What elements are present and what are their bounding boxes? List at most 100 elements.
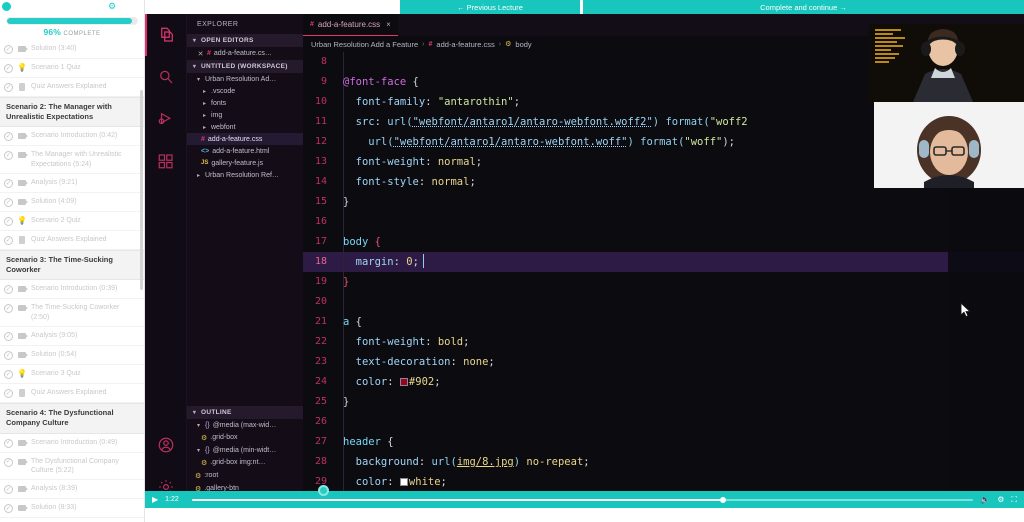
- code-line[interactable]: 27 header {: [303, 432, 1024, 452]
- list-item[interactable]: ✓ Analysis (9:05): [0, 327, 144, 347]
- open-editor-item[interactable]: ✕ # add-a-feature.cs…: [187, 47, 303, 60]
- color-swatch-icon: [399, 378, 408, 386]
- code-line-text: font-weight: bold;: [337, 332, 1024, 352]
- list-item[interactable]: ✓ Scenario Introduction (0:49): [0, 434, 144, 453]
- outline-item[interactable]: ▾ {} @media (min-widt…: [187, 444, 303, 456]
- code-line[interactable]: 25}: [303, 392, 1024, 412]
- code-line[interactable]: 18 margin: 0;: [303, 252, 1024, 272]
- list-item-label: Scenario Introduction (0:49): [31, 438, 118, 446]
- list-item[interactable]: ✓ Quiz Answers Explained: [0, 384, 144, 404]
- list-item[interactable]: ✓ 💡 Scenario 3 Quiz: [0, 365, 144, 385]
- list-item[interactable]: ✓ Quiz Answers Explained: [0, 231, 144, 251]
- explorer-title: EXPLORER: [197, 21, 239, 28]
- explorer-icon[interactable]: [145, 14, 187, 56]
- list-item[interactable]: ✓ Quiz Answers Explained: [0, 78, 144, 97]
- course-section-heading: Scenario 3: The Time-Sucking Coworker: [0, 250, 144, 281]
- settings-gear-icon[interactable]: ⚙: [108, 2, 116, 11]
- vscode-activity-bar: [145, 14, 187, 508]
- code-line[interactable]: 26: [303, 412, 1024, 432]
- video-player-controls[interactable]: ▶ 1:22 🔈 ⚙ ⛶: [145, 485, 1024, 508]
- file-tree-item[interactable]: <> add-a-feature.html: [187, 145, 303, 157]
- volume-icon[interactable]: 🔈: [980, 495, 990, 504]
- seek-handle[interactable]: [720, 496, 727, 503]
- file-tree-item[interactable]: ▸ .vscode: [187, 85, 303, 97]
- quiz-icon: 💡: [17, 216, 27, 226]
- list-item-label: Solution (8:33): [31, 504, 77, 512]
- list-item[interactable]: ✓ Analysis (8:39): [0, 480, 144, 500]
- complete-and-continue-button[interactable]: Complete and continue →: [583, 0, 1024, 14]
- list-item[interactable]: ✓ Solution (0:54): [0, 346, 144, 366]
- file-tree-item[interactable]: ▸ img: [187, 109, 303, 121]
- breadcrumb-item-file[interactable]: add-a-feature.css: [436, 40, 494, 49]
- list-item[interactable]: ✓ The Time-Sucking Coworker (2:50): [0, 299, 144, 328]
- list-item-label: Solution (0:54): [31, 351, 77, 359]
- workspace-section-header[interactable]: ▾ UNTITLED (WORKSPACE): [187, 60, 303, 73]
- workspace-root-folder[interactable]: ▾ Urban Resolution Ad…: [187, 73, 303, 85]
- list-item-label: The Dysfunctional Company Culture (5:22): [31, 457, 119, 474]
- file-tree-item[interactable]: ▸ webfont: [187, 121, 303, 133]
- file-tree-item-label: add-a-feature.css: [207, 135, 263, 143]
- code-line[interactable]: 15}: [303, 192, 1024, 212]
- list-item[interactable]: ✓ 💡 Scenario 1 Quiz: [0, 59, 144, 78]
- file-tree-item[interactable]: # add-a-feature.css: [187, 133, 303, 145]
- video-frame-vscode[interactable]: EXPLORER ▾ OPEN EDITORS ✕ # add-a-featur…: [145, 14, 1024, 508]
- code-line[interactable]: 22 font-weight: bold;: [303, 332, 1024, 352]
- progress-percent: 96%: [43, 27, 62, 37]
- list-item[interactable]: ✓ The Manager with Unrealistic Expectatio…: [0, 146, 144, 175]
- list-item[interactable]: ✓ The Dysfunctional Company Culture (5:22…: [0, 453, 144, 481]
- code-line[interactable]: 29 color: white;: [303, 472, 1024, 492]
- player-scrub-handle[interactable]: [318, 485, 329, 496]
- workspace-file-tree[interactable]: ▸ .vscode ▸ fonts ▸ img ▸ webfont # add-a-feature…: [187, 85, 303, 169]
- sidebar-scrollbar[interactable]: [140, 90, 143, 290]
- video-icon: [18, 132, 28, 140]
- workspace-root-folder-2[interactable]: ▸ Urban Resolution Ref…: [187, 169, 303, 181]
- breadcrumb-item-symbol[interactable]: body: [515, 40, 531, 49]
- outline-item-label: @media (max-wid…: [212, 421, 277, 429]
- previous-lecture-button[interactable]: ← Previous Lecture: [400, 0, 580, 14]
- code-line[interactable]: 19}: [303, 272, 1024, 292]
- code-line[interactable]: 20: [303, 292, 1024, 312]
- search-icon[interactable]: [145, 56, 187, 98]
- file-tree-item[interactable]: ▸ fonts: [187, 97, 303, 109]
- list-item[interactable]: ✓ Solution (8:33): [0, 499, 144, 519]
- code-token: :: [393, 256, 407, 268]
- list-item[interactable]: ✓💡Scenario 4 Quiz: [0, 518, 144, 522]
- line-number: 27: [314, 436, 327, 447]
- account-icon[interactable]: [145, 424, 187, 466]
- play-icon[interactable]: ▶: [152, 495, 158, 504]
- close-icon[interactable]: ✕: [197, 50, 204, 58]
- file-tree-item[interactable]: JS gallery-feature.js: [187, 157, 303, 169]
- breadcrumb-item-project[interactable]: Urban Resolution Add a Feature: [311, 40, 418, 49]
- course-progress: 96% COMPLETE: [0, 12, 144, 39]
- outline-item[interactable]: ⚙:root: [187, 469, 303, 482]
- outline-item[interactable]: ▾ {} @media (max-wid…: [187, 419, 303, 431]
- extensions-icon[interactable]: [145, 140, 187, 182]
- code-line[interactable]: 17 body {: [303, 232, 1024, 252]
- course-outline-list[interactable]: ✓ Solution (3:40) ✓ 💡 Scenario 1 Quiz ✓ Quiz A…: [0, 40, 144, 522]
- gear-icon[interactable]: ⚙: [997, 495, 1004, 504]
- code-token: ;: [488, 356, 495, 368]
- close-icon[interactable]: ×: [386, 20, 391, 29]
- open-editors-section-header[interactable]: ▾ OPEN EDITORS: [187, 34, 303, 47]
- code-line[interactable]: 24 color: #902;: [303, 372, 1024, 392]
- list-item[interactable]: ✓ Scenario Introduction (0:42): [0, 127, 144, 147]
- code-token: url(: [387, 116, 413, 128]
- fullscreen-icon[interactable]: ⛶: [1011, 495, 1017, 504]
- outline-section-header[interactable]: ▾ OUTLINE: [187, 406, 303, 419]
- tab-add-a-feature-css[interactable]: # add-a-feature.css ×: [303, 14, 398, 36]
- code-line[interactable]: 28 background: url(img/8.jpg) no-repeat;: [303, 452, 1024, 472]
- list-item[interactable]: ✓ Analysis (9:21): [0, 174, 144, 194]
- list-item[interactable]: ✓ Solution (4:09): [0, 193, 144, 213]
- outline-item[interactable]: ⚙ .grid-box img:nt…: [187, 456, 303, 469]
- seek-bar[interactable]: [192, 496, 974, 503]
- video-icon: [18, 332, 28, 340]
- code-line[interactable]: 21 a {: [303, 312, 1024, 332]
- outline-item[interactable]: ⚙ .grid-box: [187, 431, 303, 444]
- code-token: ): [513, 456, 527, 468]
- run-and-debug-icon[interactable]: [145, 98, 187, 140]
- list-item[interactable]: ✓ Solution (3:40): [0, 40, 144, 59]
- list-item[interactable]: ✓ 💡 Scenario 2 Quiz: [0, 212, 144, 232]
- code-line[interactable]: 16: [303, 212, 1024, 232]
- list-item[interactable]: ✓ Scenario Introduction (0:39): [0, 280, 144, 300]
- code-line[interactable]: 23 text-decoration: none;: [303, 352, 1024, 372]
